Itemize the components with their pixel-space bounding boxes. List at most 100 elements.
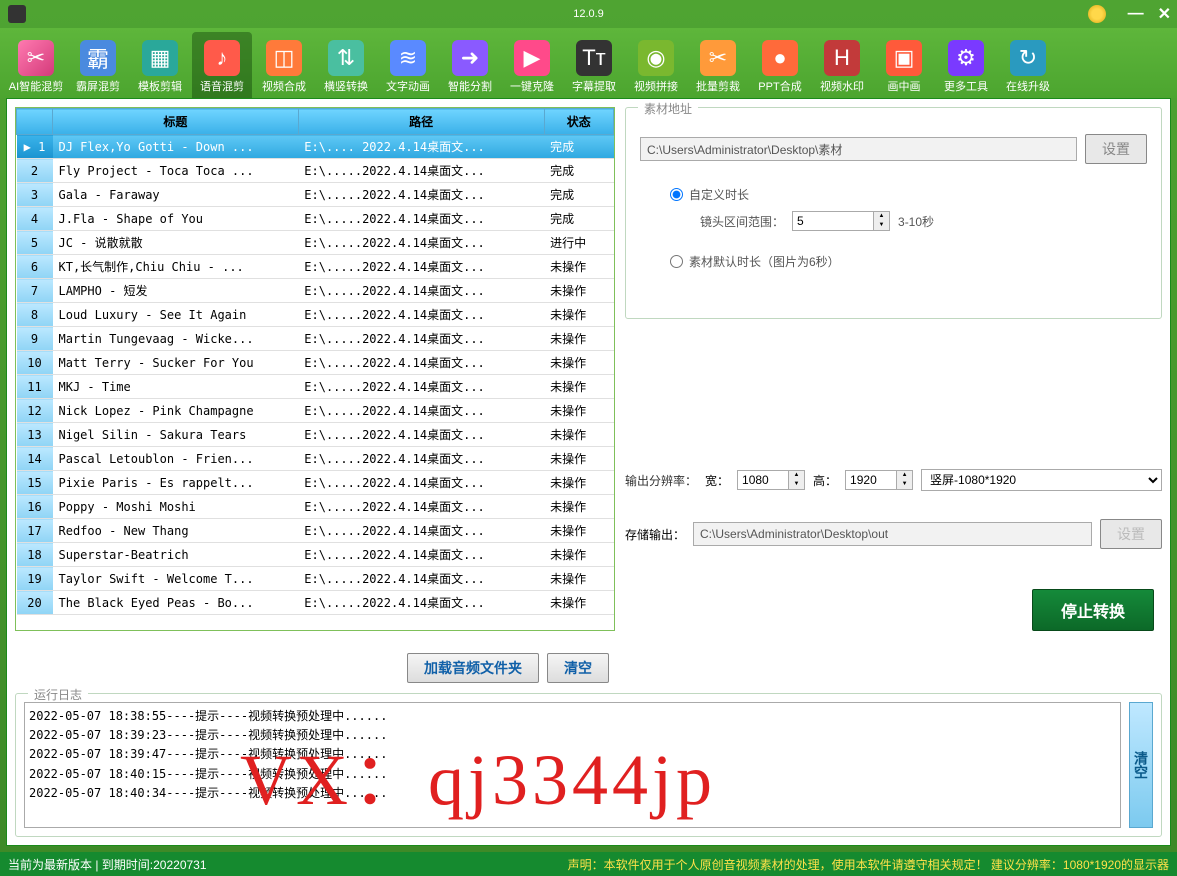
toolbar-字幕提取[interactable]: Tᴛ字幕提取 <box>564 32 624 98</box>
cell-path: E:\.... 2022.4.14桌面文... <box>298 135 544 159</box>
store-path-input[interactable] <box>693 522 1092 546</box>
table-row[interactable]: 2Fly Project - Toca Toca ...E:\.....2022… <box>17 159 614 183</box>
log-line: 2022-05-07 18:39:47----提示----视频转换预处理中...… <box>29 745 1116 764</box>
table-row[interactable]: 12Nick Lopez - Pink ChampagneE:\.....202… <box>17 399 614 423</box>
toolbar-批量剪裁[interactable]: ✂批量剪裁 <box>688 32 748 98</box>
table-row[interactable]: 4J.Fla - Shape of YouE:\.....2022.4.14桌面… <box>17 207 614 231</box>
row-number: ▶ 1 <box>17 135 53 159</box>
table-row[interactable]: ▶ 1DJ Flex,Yo Gotti - Down ...E:\.... 20… <box>17 135 614 159</box>
cell-status: 完成 <box>544 183 613 207</box>
cell-title: Fly Project - Toca Toca ... <box>53 159 299 183</box>
table-row[interactable]: 5JC - 说散就散E:\.....2022.4.14桌面文...进行中 <box>17 231 614 255</box>
cell-path: E:\.....2022.4.14桌面文... <box>298 159 544 183</box>
radio-default-input[interactable] <box>670 255 683 268</box>
toolbar-画中画[interactable]: ▣画中画 <box>874 32 934 98</box>
radio-custom-input[interactable] <box>670 188 683 201</box>
table-row[interactable]: 17Redfoo - New ThangE:\.....2022.4.14桌面文… <box>17 519 614 543</box>
toolbar-icon: ↻ <box>1010 40 1046 76</box>
status-bar: 当前为最新版本 | 到期时间:20220731 声明：本软件仅用于个人原创音视频… <box>0 852 1177 876</box>
clear-list-button[interactable]: 清空 <box>547 653 609 683</box>
spin-down-icon[interactable]: ▼ <box>874 221 889 230</box>
cell-status: 未操作 <box>544 567 613 591</box>
spin-up-icon[interactable]: ▲ <box>874 212 889 221</box>
radio-custom-duration[interactable]: 自定义时长 <box>670 186 749 203</box>
row-number: 7 <box>17 279 53 303</box>
table-row[interactable]: 7LAMPHO - 短发E:\.....2022.4.14桌面文...未操作 <box>17 279 614 303</box>
table-row[interactable]: 11MKJ - TimeE:\.....2022.4.14桌面文...未操作 <box>17 375 614 399</box>
toolbar-智能分割[interactable]: ➜ 智能分割 <box>440 32 500 98</box>
toolbar-语音混剪[interactable]: ♪语音混剪 <box>192 32 252 98</box>
table-row[interactable]: 15Pixie Paris - Es rappelt...E:\.....202… <box>17 471 614 495</box>
material-path-input[interactable] <box>640 137 1077 161</box>
width-spinner[interactable]: ▲▼ <box>737 470 805 490</box>
close-button[interactable]: ✕ <box>1158 4 1171 24</box>
table-row[interactable]: 8Loud Luxury - See It AgainE:\.....2022.… <box>17 303 614 327</box>
toolbar-label: 画中画 <box>888 78 921 94</box>
cell-title: KT,长气制作,Chiu Chiu - ... <box>53 255 299 279</box>
width-input[interactable] <box>738 471 788 489</box>
toolbar-视频拼接[interactable]: ◉视频拼接 <box>626 32 686 98</box>
audio-grid[interactable]: 标题 路径 状态 ▶ 1DJ Flex,Yo Gotti - Down ...E… <box>16 108 614 630</box>
toolbar-在线升级[interactable]: ↻在线升级 <box>998 32 1058 98</box>
toolbar-横竖转换[interactable]: ⇅横竖转换 <box>316 32 376 98</box>
stop-convert-button[interactable]: 停止转换 <box>1032 589 1154 631</box>
output-resolution-row: 输出分辨率： 宽： ▲▼ 高： ▲▼ 竖屏-1080*1920 <box>625 469 1162 491</box>
toolbar-label: 横竖转换 <box>324 78 368 94</box>
radio-default-duration[interactable]: 素材默认时长（图片为6秒） <box>670 253 840 270</box>
store-set-button[interactable]: 设置 <box>1100 519 1162 549</box>
toolbar-icon: ▦ <box>142 40 178 76</box>
col-status[interactable]: 状态 <box>544 109 613 135</box>
toolbar-label: 智能分割 <box>448 78 492 94</box>
cell-path: E:\.....2022.4.14桌面文... <box>298 327 544 351</box>
toolbar-霸屏混剪[interactable]: 霸霸屏混剪 <box>68 32 128 98</box>
toolbar-视频合成[interactable]: ◫视频合成 <box>254 32 314 98</box>
range-value-input[interactable] <box>793 212 873 230</box>
toolbar-模板剪辑[interactable]: ▦模板剪辑 <box>130 32 190 98</box>
toolbar-AI智能混剪[interactable]: ✂AI智能混剪 <box>6 32 66 98</box>
cell-title: Poppy - Moshi Moshi <box>53 495 299 519</box>
range-spinner[interactable]: ▲▼ <box>792 211 890 231</box>
medal-icon <box>1088 5 1106 23</box>
row-number: 2 <box>17 159 53 183</box>
cell-title: Superstar-Beatrich <box>53 543 299 567</box>
table-row[interactable]: 10Matt Terry - Sucker For YouE:\.....202… <box>17 351 614 375</box>
table-row[interactable]: 13Nigel Silin - Sakura TearsE:\.....2022… <box>17 423 614 447</box>
app-logo-icon <box>8 5 26 23</box>
col-title[interactable]: 标题 <box>53 109 299 135</box>
toolbar-icon: ➜ <box>452 40 488 76</box>
toolbar-icon: ≋ <box>390 40 426 76</box>
preset-select[interactable]: 竖屏-1080*1920 <box>921 469 1162 491</box>
cell-status: 未操作 <box>544 495 613 519</box>
toolbar-一键克隆[interactable]: ▶一键克隆 <box>502 32 562 98</box>
row-number: 8 <box>17 303 53 327</box>
table-row[interactable]: 14Pascal Letoublon - Frien...E:\.....202… <box>17 447 614 471</box>
cell-title: Pixie Paris - Es rappelt... <box>53 471 299 495</box>
table-row[interactable]: 9Martin Tungevaag - Wicke...E:\.....2022… <box>17 327 614 351</box>
toolbar-PPT合成[interactable]: ●PPT合成 <box>750 32 810 98</box>
table-row[interactable]: 16Poppy - Moshi MoshiE:\.....2022.4.14桌面… <box>17 495 614 519</box>
height-spinner[interactable]: ▲▼ <box>845 470 913 490</box>
table-row[interactable]: 6KT,长气制作,Chiu Chiu - ...E:\.....2022.4.1… <box>17 255 614 279</box>
load-audio-folder-button[interactable]: 加载音频文件夹 <box>407 653 539 683</box>
cell-title: Matt Terry - Sucker For You <box>53 351 299 375</box>
cell-title: Gala - Faraway <box>53 183 299 207</box>
log-clear-button[interactable]: 清空 <box>1129 702 1153 828</box>
material-set-button[interactable]: 设置 <box>1085 134 1147 164</box>
cell-title: The Black Eyed Peas - Bo... <box>53 591 299 615</box>
col-path[interactable]: 路径 <box>298 109 544 135</box>
toolbar-视频水印[interactable]: H视频水印 <box>812 32 872 98</box>
main-toolbar: ✂AI智能混剪霸霸屏混剪▦模板剪辑♪语音混剪◫视频合成⇅横竖转换≋文字动画 ➜ 智能… <box>0 28 1177 98</box>
table-row[interactable]: 3Gala - FarawayE:\.....2022.4.14桌面文...完成 <box>17 183 614 207</box>
table-row[interactable]: 19Taylor Swift - Welcome T...E:\.....202… <box>17 567 614 591</box>
log-textarea[interactable]: 2022-05-07 18:38:55----提示----视频转换预处理中...… <box>24 702 1121 828</box>
cell-status: 未操作 <box>544 543 613 567</box>
height-input[interactable] <box>846 471 896 489</box>
table-row[interactable]: 20The Black Eyed Peas - Bo...E:\.....202… <box>17 591 614 615</box>
toolbar-文字动画[interactable]: ≋文字动画 <box>378 32 438 98</box>
table-row[interactable]: 18Superstar-BeatrichE:\.....2022.4.14桌面文… <box>17 543 614 567</box>
toolbar-更多工具[interactable]: ⚙更多工具 <box>936 32 996 98</box>
cell-path: E:\.....2022.4.14桌面文... <box>298 255 544 279</box>
row-number: 18 <box>17 543 53 567</box>
minimize-button[interactable]: — <box>1128 5 1144 23</box>
toolbar-label: 霸屏混剪 <box>76 78 120 94</box>
